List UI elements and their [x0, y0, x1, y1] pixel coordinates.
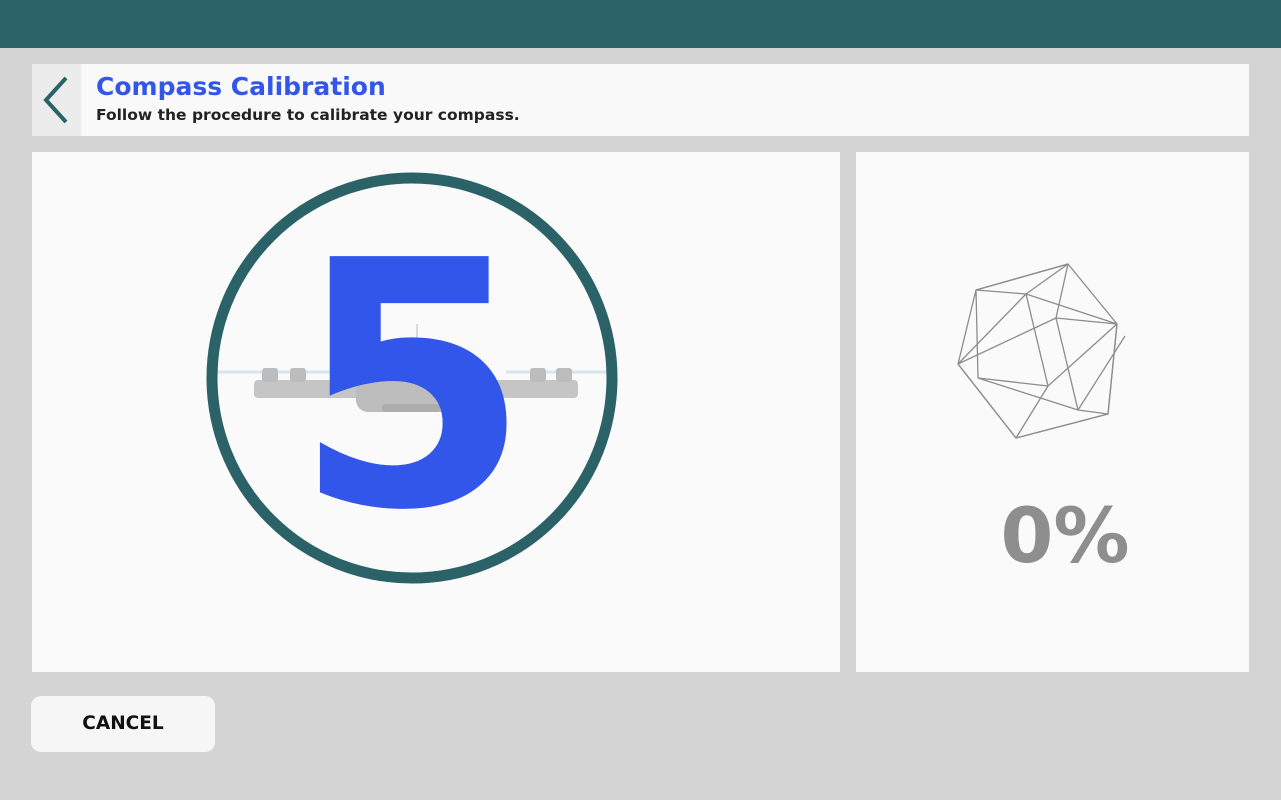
countdown-panel: 5: [32, 152, 840, 672]
countdown-digit: 5: [294, 189, 531, 584]
back-button[interactable]: [32, 64, 81, 136]
wireframe-sphere-icon: [957, 263, 1126, 439]
progress-panel: 0%: [856, 152, 1249, 672]
cancel-button[interactable]: CANCEL: [31, 696, 215, 752]
chevron-left-icon: [43, 76, 68, 124]
page-header: Compass Calibration Follow the procedure…: [32, 64, 1249, 136]
top-bar: [0, 0, 1281, 48]
page-subtitle: Follow the procedure to calibrate your c…: [96, 106, 520, 124]
page-title: Compass Calibration: [96, 72, 386, 101]
calibration-progress-label: 0%: [1000, 491, 1130, 580]
countdown-dial: 5: [206, 172, 618, 584]
